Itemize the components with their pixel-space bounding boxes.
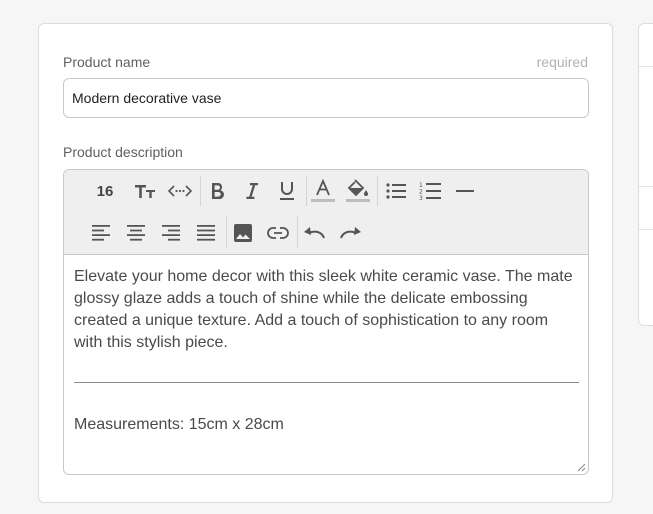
align-justify-icon[interactable] (190, 217, 222, 249)
rich-text-editor: 16 1 2 3 Elevate your home decor with th… (63, 169, 589, 475)
highlight-icon[interactable] (342, 175, 374, 207)
horizontal-rule-icon[interactable] (449, 175, 481, 207)
align-left-icon[interactable] (85, 217, 117, 249)
redo-icon[interactable] (334, 217, 366, 249)
font-size-button[interactable]: 16 (89, 175, 121, 207)
product-name-label: Product name (63, 54, 151, 70)
horizontal-rule (74, 382, 579, 383)
link-icon[interactable] (262, 217, 294, 249)
svg-text:3: 3 (419, 195, 423, 201)
toolbar-row-1: 16 1 2 3 (64, 170, 588, 212)
font-color-icon[interactable] (307, 175, 339, 207)
product-description-label: Product description (63, 144, 183, 160)
bold-icon[interactable] (201, 175, 233, 207)
align-center-icon[interactable] (120, 217, 152, 249)
bulleted-list-icon[interactable] (380, 175, 412, 207)
product-name-input[interactable] (63, 78, 589, 118)
underline-icon[interactable] (271, 175, 303, 207)
text-size-icon[interactable] (129, 175, 161, 207)
undo-icon[interactable] (299, 217, 331, 249)
measurements-text: Measurements: 15cm x 28cm (74, 416, 284, 433)
image-icon[interactable] (227, 217, 259, 249)
editor-content[interactable]: Elevate your home decor with this sleek … (74, 266, 579, 354)
editor-toolbar: 16 1 2 3 (64, 170, 588, 255)
product-card: Product name required Product descriptio… (38, 23, 613, 503)
description-paragraph: Elevate your home decor with this sleek … (74, 268, 573, 351)
side-panel (638, 23, 653, 326)
toolbar-row-2 (64, 212, 588, 254)
numbered-list-icon[interactable]: 123 (414, 175, 446, 207)
align-right-icon[interactable] (155, 217, 187, 249)
code-icon[interactable] (164, 175, 196, 207)
resize-handle-icon[interactable] (576, 462, 586, 472)
italic-icon[interactable] (236, 175, 268, 207)
required-indicator: required (536, 54, 588, 70)
